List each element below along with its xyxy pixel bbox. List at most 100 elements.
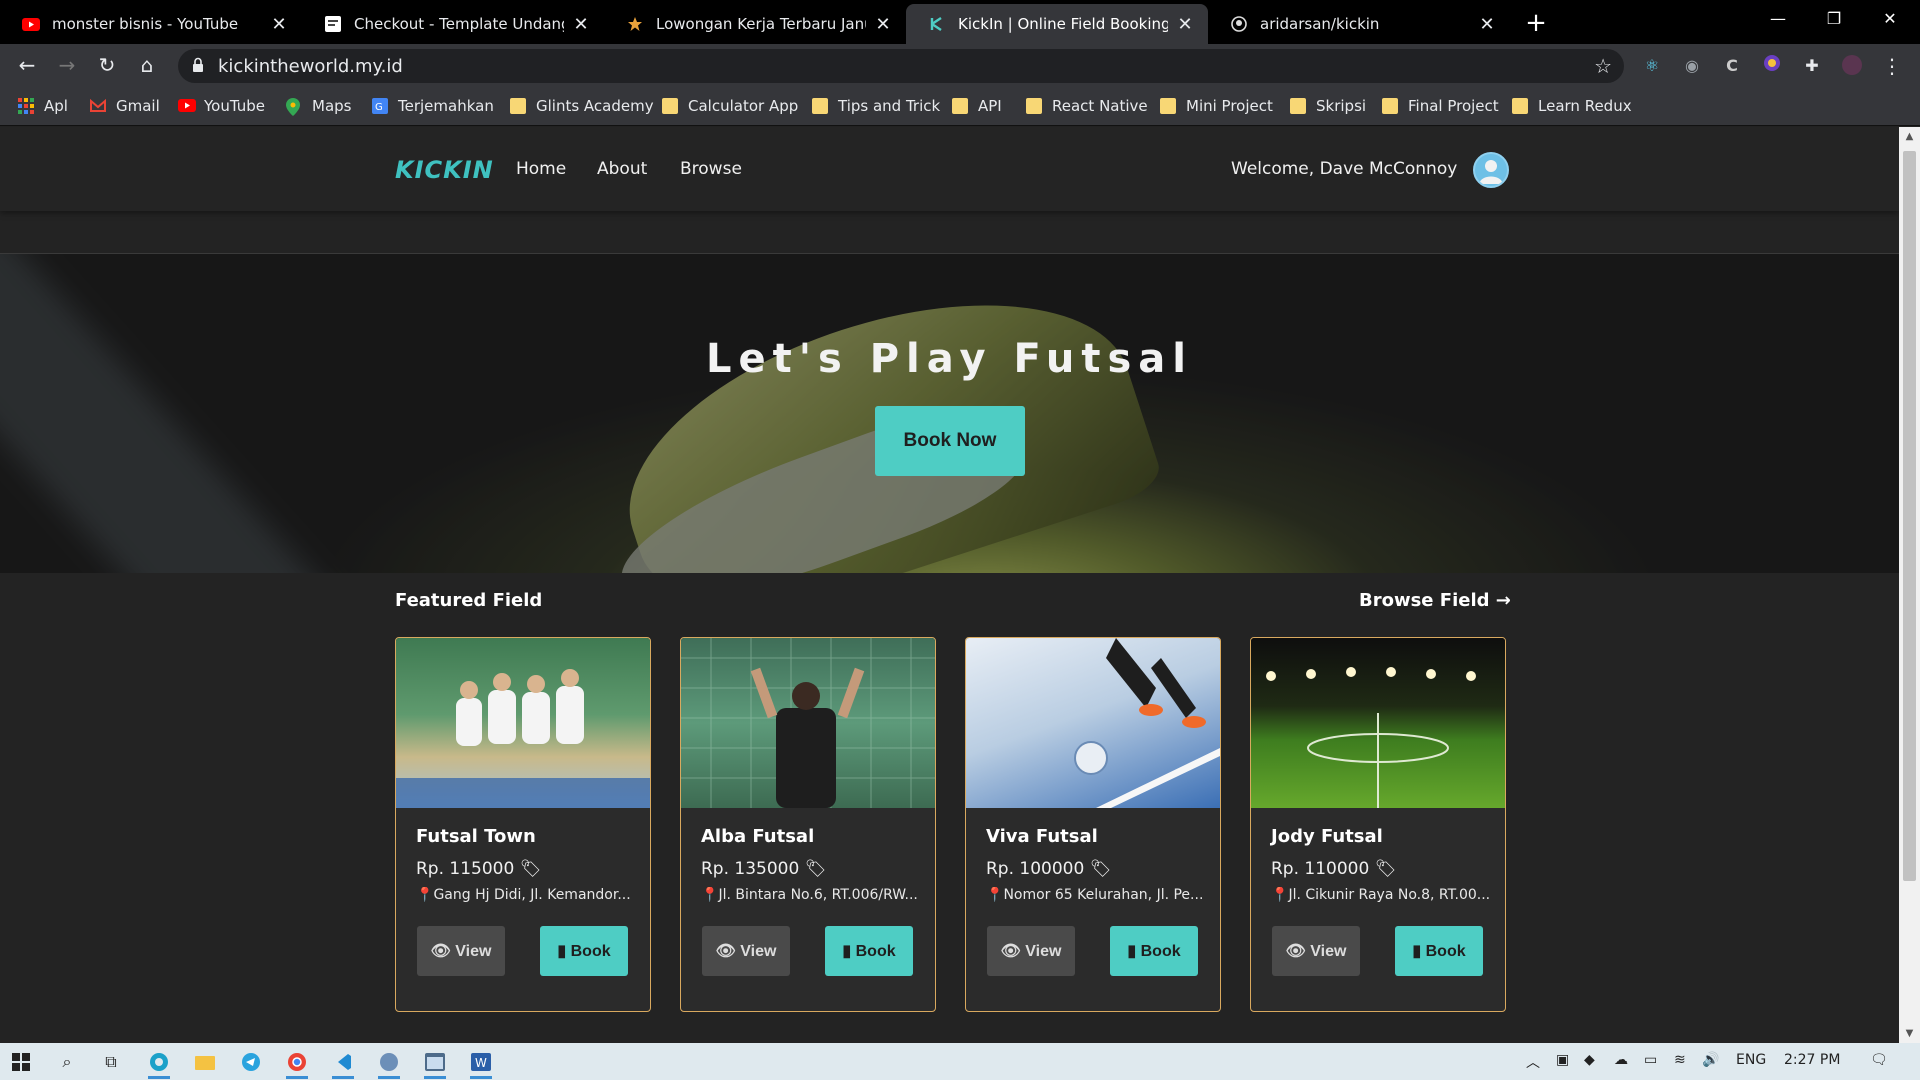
scroll-down-icon[interactable]: ▼: [1899, 1028, 1920, 1039]
close-tab-icon[interactable]: ✕: [874, 14, 892, 35]
close-tab-icon[interactable]: ✕: [270, 14, 288, 35]
clock[interactable]: 2:27 PM: [1784, 1052, 1840, 1068]
bookmark-star-icon[interactable]: ☆: [1594, 54, 1612, 78]
bookmark-gmail[interactable]: Gmail: [90, 94, 160, 118]
forward-arrow-icon[interactable]: →: [52, 50, 82, 80]
onedrive-icon[interactable]: ☁: [1614, 1052, 1628, 1068]
chrome-icon[interactable]: [280, 1047, 314, 1079]
nav-browse[interactable]: Browse: [680, 159, 742, 179]
avatar[interactable]: [1473, 152, 1509, 188]
tab-youtube[interactable]: monster bisnis - YouTube ✕: [0, 4, 302, 44]
address-bar[interactable]: kickintheworld.my.id ☆: [178, 49, 1624, 83]
bookmark-label: API: [978, 97, 1002, 115]
field-card[interactable]: Alba Futsal Rp. 135000 🏷 📍Jl. Bintara No…: [680, 637, 936, 1012]
bookmark-apps[interactable]: Apl: [18, 94, 68, 118]
bookmark-maps[interactable]: Maps: [286, 94, 351, 118]
bookmark-folder[interactable]: Skripsi: [1290, 94, 1366, 118]
menu-kebab-icon[interactable]: ⋮: [1880, 54, 1904, 78]
bookmark-folder[interactable]: Mini Project: [1160, 94, 1273, 118]
bookmark-folder[interactable]: Learn Redux: [1512, 94, 1632, 118]
scrollbar-thumb[interactable]: [1903, 151, 1916, 881]
field-photo: [966, 638, 1220, 808]
color-picker-icon[interactable]: [1760, 54, 1784, 78]
view-button[interactable]: 👁 View: [702, 926, 790, 976]
tab-github[interactable]: aridarsan/kickin ✕: [1208, 4, 1510, 44]
bookmark-folder[interactable]: Final Project: [1382, 94, 1499, 118]
view-button[interactable]: 👁 View: [987, 926, 1075, 976]
home-icon[interactable]: ⌂: [132, 50, 162, 80]
puzzle-icon[interactable]: ✚: [1800, 54, 1824, 78]
word-icon[interactable]: W: [464, 1047, 498, 1079]
file-explorer-icon[interactable]: [188, 1047, 222, 1077]
new-tab-button[interactable]: +: [1520, 8, 1552, 40]
minimize-icon[interactable]: —: [1750, 0, 1806, 40]
close-tab-icon[interactable]: ✕: [1176, 14, 1194, 35]
bookmark-label: Final Project: [1408, 97, 1499, 115]
volume-icon[interactable]: 🔊: [1702, 1052, 1719, 1068]
bookmark-folder[interactable]: Calculator App: [662, 94, 798, 118]
field-name: Alba Futsal: [701, 826, 815, 847]
scroll-up-icon[interactable]: ▲: [1899, 131, 1920, 142]
extension-c-icon[interactable]: C: [1720, 54, 1744, 78]
react-devtools-icon[interactable]: ⚛: [1640, 54, 1664, 78]
search-icon[interactable]: ⌕: [50, 1047, 84, 1077]
view-button[interactable]: 👁 View: [1272, 926, 1360, 976]
page-scrollbar[interactable]: ▲ ▼: [1899, 127, 1920, 1043]
book-button[interactable]: ▮ Book: [1110, 926, 1198, 976]
profile-icon[interactable]: [1840, 54, 1864, 78]
folder-icon: [1512, 98, 1528, 114]
vscode-icon[interactable]: [326, 1047, 360, 1079]
nav-about[interactable]: About: [597, 159, 647, 179]
book-now-button[interactable]: Book Now: [875, 406, 1025, 476]
back-arrow-icon[interactable]: ←: [12, 50, 42, 80]
field-photo: [681, 638, 935, 808]
book-button[interactable]: ▮ Book: [825, 926, 913, 976]
bookmark-folder[interactable]: API: [952, 94, 1002, 118]
field-card[interactable]: Jody Futsal Rp. 110000 🏷 📍Jl. Cikunir Ra…: [1250, 637, 1506, 1012]
edge-icon[interactable]: [142, 1047, 176, 1079]
wifi-icon[interactable]: ≋: [1674, 1052, 1686, 1068]
field-photo: [396, 638, 650, 808]
bookmark-folder[interactable]: Glints Academy: [510, 94, 654, 118]
close-window-icon[interactable]: ✕: [1862, 0, 1918, 40]
tab-kickin[interactable]: KickIn | Online Field Booking ✕: [906, 4, 1208, 44]
battery-icon[interactable]: ▭: [1644, 1052, 1657, 1068]
tray-expand-icon[interactable]: ︿: [1526, 1052, 1540, 1072]
field-card[interactable]: Viva Futsal Rp. 100000 🏷 📍Nomor 65 Kelur…: [965, 637, 1221, 1012]
bookmark-youtube[interactable]: YouTube: [178, 94, 265, 118]
view-label: View: [740, 943, 777, 960]
tab-checkout[interactable]: Checkout - Template Undangan D ✕: [302, 4, 604, 44]
field-address: 📍Nomor 65 Kelurahan, Jl. Pe...: [986, 887, 1208, 903]
dropbox-icon[interactable]: ◆: [1584, 1052, 1595, 1068]
field-address: 📍Gang Hj Didi, Jl. Kemandor...: [416, 887, 638, 903]
nav-home[interactable]: Home: [516, 159, 566, 179]
extension-icon[interactable]: ◉: [1680, 54, 1704, 78]
field-card[interactable]: Futsal Town Rp. 115000 🏷 📍Gang Hj Didi, …: [395, 637, 651, 1012]
site-logo[interactable]: KICKIN: [395, 156, 494, 184]
windows-start-icon[interactable]: [4, 1047, 38, 1077]
field-price: Rp. 135000 🏷: [701, 859, 826, 879]
tab-lowongan[interactable]: Lowongan Kerja Terbaru Januari 2 ✕: [604, 4, 906, 44]
language-indicator[interactable]: ENG: [1736, 1052, 1766, 1068]
close-tab-icon[interactable]: ✕: [572, 14, 590, 35]
price-text: Rp. 115000: [416, 859, 515, 879]
restore-icon[interactable]: ❐: [1806, 0, 1862, 40]
book-button[interactable]: ▮ Book: [1395, 926, 1483, 976]
view-button[interactable]: 👁 View: [417, 926, 505, 976]
meet-now-icon[interactable]: ▣: [1556, 1052, 1569, 1068]
globe-app-icon[interactable]: [372, 1047, 406, 1079]
reload-icon[interactable]: ↻: [92, 50, 122, 80]
bookmark-translate[interactable]: G Terjemahkan: [372, 94, 494, 118]
telegram-icon[interactable]: [234, 1047, 268, 1077]
browse-field-link[interactable]: Browse Field →: [1359, 590, 1511, 611]
notifications-icon[interactable]: 🗨: [1870, 1052, 1888, 1068]
close-tab-icon[interactable]: ✕: [1478, 14, 1496, 35]
lock-icon[interactable]: [192, 57, 204, 77]
bookmark-icon: ▮: [557, 943, 571, 960]
hero-title: Let's Play Futsal: [706, 336, 1193, 382]
task-view-icon[interactable]: ⧉: [94, 1047, 128, 1077]
bookmark-folder[interactable]: Tips and Trick: [812, 94, 940, 118]
book-button[interactable]: ▮ Book: [540, 926, 628, 976]
bookmark-folder[interactable]: React Native: [1026, 94, 1148, 118]
window-app-icon[interactable]: [418, 1047, 452, 1079]
